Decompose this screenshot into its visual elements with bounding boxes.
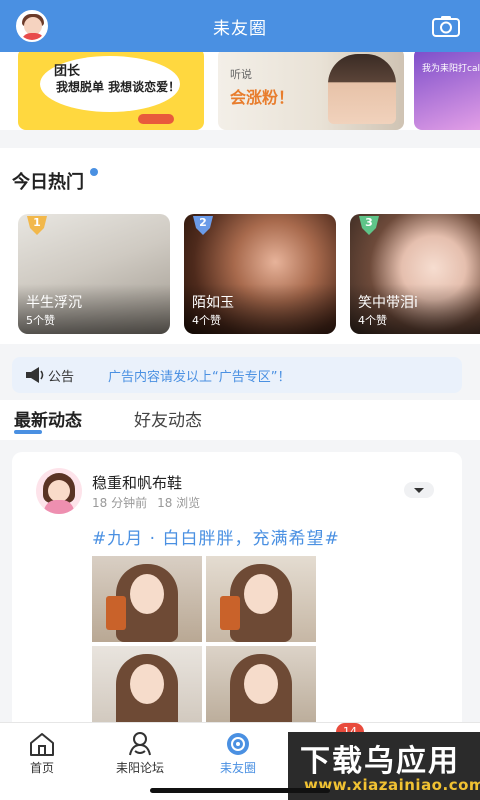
top-bar: 耒友圈 [0,0,480,52]
hot-card-likes: 4个赞 [358,314,387,327]
post-photo-4[interactable] [206,646,316,732]
banner-slide-2[interactable]: 听说 会涨粉！ [218,52,404,130]
announcement-text: 广告内容请发以上“广告专区”！ [108,370,291,385]
feed-tabs: 最新动态 好友动态 [0,400,480,440]
app-root: 耒友圈 团长 我想脱单 我想谈恋爱！ 听说 会涨粉！ 我为耒阳打call 今日热… [0,0,480,800]
post-views: 18 浏览 [157,496,201,510]
banner-1-subtitle: 我想脱单 我想谈恋爱！ [56,80,181,94]
hot-today-title: 今日热门 [12,172,84,193]
nav-circle[interactable]: 耒友圈 [198,729,278,789]
nav-home[interactable]: 首页 [2,729,82,789]
banner-1-title: 团长 [54,64,81,79]
camera-icon[interactable] [432,15,460,37]
banner-2-photo [328,54,396,124]
post-author-name[interactable]: 稳重和帆布鞋 [92,472,182,493]
page-title: 耒友圈 [213,18,267,39]
tab-latest[interactable]: 最新动态 [14,406,82,431]
hot-card-2[interactable]: 2 陌如玉 4个赞 [184,214,336,334]
announcement-label: 公告 [48,370,75,385]
post-photo-3[interactable] [92,646,202,732]
home-icon [30,733,54,756]
nav-forum[interactable]: 耒阳论坛 [100,729,180,789]
post-more-dropdown-icon[interactable] [404,482,434,498]
banner-2-line2: 会涨粉！ [230,88,295,107]
post-photo-1[interactable] [92,556,202,642]
post-author-avatar[interactable] [36,468,82,514]
banner-slide-1[interactable]: 团长 我想脱单 我想谈恋爱！ [18,52,204,130]
rank-badge-2: 2 [190,214,216,236]
hot-today-section: 今日热门 1 半生浮沉 5个赞 2 陌如玉 4个赞 3 笑中带泪i 4个赞 [0,148,480,344]
banner-slide-3[interactable]: 我为耒阳打call [414,52,480,130]
post-topic[interactable]: #九月 · 白白胖胖，充满希望# [92,524,340,549]
tab-friends[interactable]: 好友动态 [134,406,202,431]
feed-post[interactable]: 稳重和帆布鞋 18 分钟前 18 浏览 #九月 · 白白胖胖，充满希望# [12,452,462,742]
post-time: 18 分钟前 [92,496,148,510]
announcement-bar[interactable]: 公告 广告内容请发以上“广告专区”！ [12,357,462,393]
hot-card-likes: 4个赞 [192,314,221,327]
rank-badge-1: 1 [24,214,50,236]
home-indicator[interactable] [150,788,330,793]
hot-card-name: 陌如玉 [192,295,234,311]
watermark-title: 下载乌应用 [300,744,460,779]
user-avatar[interactable] [16,10,48,42]
megaphone-icon [26,367,44,383]
banner-carousel[interactable]: 团长 我想脱单 我想谈恋爱！ 听说 会涨粉！ 我为耒阳打call [0,52,480,130]
active-tab-indicator [14,430,42,434]
post-photo-2[interactable] [206,556,316,642]
banner-1-tag [138,114,174,124]
circle-icon [227,733,249,755]
hot-card-3[interactable]: 3 笑中带泪i 4个赞 [350,214,480,334]
hot-card-name: 半生浮沉 [26,295,82,311]
hot-card-1[interactable]: 1 半生浮沉 5个赞 [18,214,170,334]
hot-card-likes: 5个赞 [26,314,55,327]
banner-2-line1: 听说 [230,68,252,81]
title-decoration [90,168,98,176]
post-meta: 18 分钟前 18 浏览 [92,494,200,511]
banner-3-text: 我为耒阳打call [422,64,480,74]
watermark-url: www.xiazainiao.com [304,776,480,794]
forum-icon [129,732,151,756]
hot-card-name: 笑中带泪i [358,295,418,311]
rank-badge-3: 3 [356,214,382,236]
